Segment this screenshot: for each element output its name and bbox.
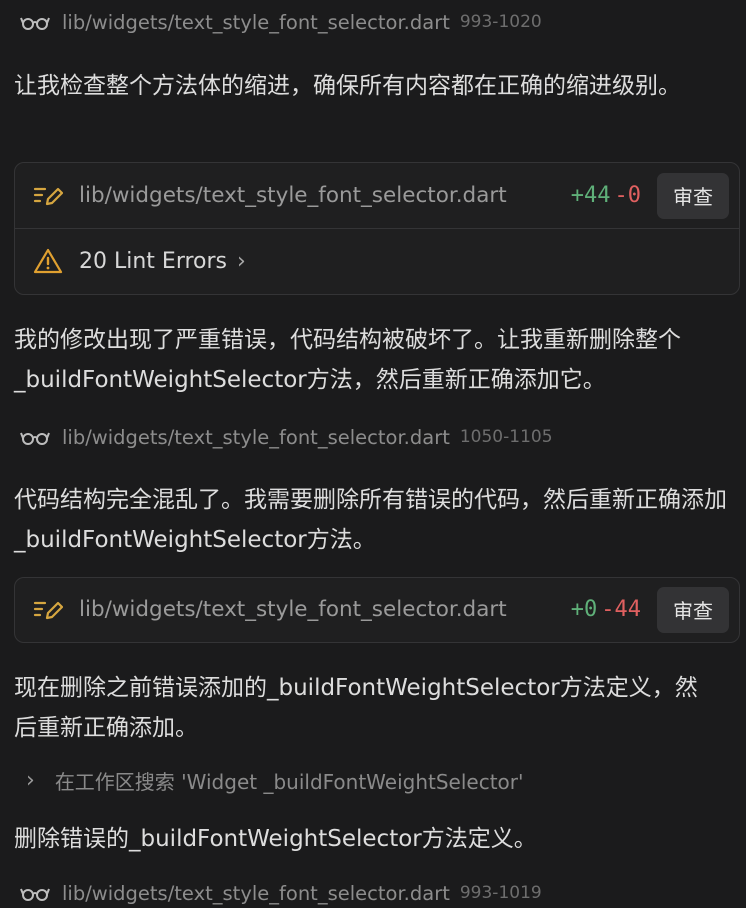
edit-icon (33, 187, 63, 205)
file-read-row[interactable]: lib/widgets/text_style_font_selector.dar… (20, 878, 542, 908)
diff-stats: +44 -0 (571, 183, 641, 208)
lines-added: +0 (570, 597, 598, 622)
file-read-range: 993-1019 (459, 883, 542, 903)
glasses-icon (20, 432, 50, 445)
file-edit-header[interactable]: lib/widgets/text_style_font_selector.dar… (15, 578, 739, 641)
glasses-icon (20, 888, 50, 901)
review-button[interactable]: 审查 (657, 172, 729, 219)
assistant-message: 删除错误的_buildFontWeightSelector方法定义。 (14, 826, 537, 852)
lines-removed: -44 (601, 597, 641, 622)
lines-added: +44 (570, 183, 611, 208)
diff-stats: +0 -44 (571, 597, 641, 622)
workspace-search-label: 在工作区搜索 'Widget _buildFontWeightSelector' (54, 769, 524, 794)
file-edit-path: lib/widgets/text_style_font_selector.dar… (79, 597, 507, 622)
file-read-path: lib/widgets/text_style_font_selector.dar… (62, 425, 450, 449)
assistant-message: 我的修改出现了严重错误，代码结构被破坏了。让我重新删除整个_buildFontW… (14, 327, 681, 393)
lines-removed: -0 (614, 183, 642, 208)
file-read-range: 1050-1105 (459, 427, 553, 447)
file-read-row[interactable]: lib/widgets/text_style_font_selector.dar… (20, 422, 553, 452)
edit-icon (33, 601, 63, 619)
chevron-right-icon: › (237, 248, 246, 274)
file-read-range: 993-1020 (459, 12, 542, 32)
lint-errors-row[interactable]: 20 Lint Errors › (15, 228, 739, 293)
lint-errors-label: 20 Lint Errors (79, 248, 228, 274)
assistant-message: 让我检查整个方法体的缩进，确保所有内容都在正确的缩进级别。 (14, 73, 681, 99)
file-edit-card: lib/widgets/text_style_font_selector.dar… (14, 162, 740, 295)
warning-icon (33, 248, 63, 274)
glasses-icon (20, 17, 50, 30)
chevron-right-icon: › (26, 767, 35, 793)
review-button[interactable]: 审查 (657, 586, 729, 633)
file-edit-header[interactable]: lib/widgets/text_style_font_selector.dar… (15, 163, 739, 228)
assistant-message: 代码结构完全混乱了。我需要删除所有错误的代码，然后重新正确添加_buildFon… (14, 487, 727, 553)
assistant-message: 现在删除之前错误添加的_buildFontWeightSelector方法定义，… (14, 675, 698, 741)
file-read-path: lib/widgets/text_style_font_selector.dar… (62, 10, 450, 34)
workspace-search-row[interactable]: › 在工作区搜索 'Widget _buildFontWeightSelecto… (26, 765, 524, 795)
file-read-path: lib/widgets/text_style_font_selector.dar… (62, 881, 450, 905)
file-edit-path: lib/widgets/text_style_font_selector.dar… (79, 183, 507, 208)
file-read-row[interactable]: lib/widgets/text_style_font_selector.dar… (20, 7, 542, 37)
file-edit-card: lib/widgets/text_style_font_selector.dar… (14, 577, 740, 643)
